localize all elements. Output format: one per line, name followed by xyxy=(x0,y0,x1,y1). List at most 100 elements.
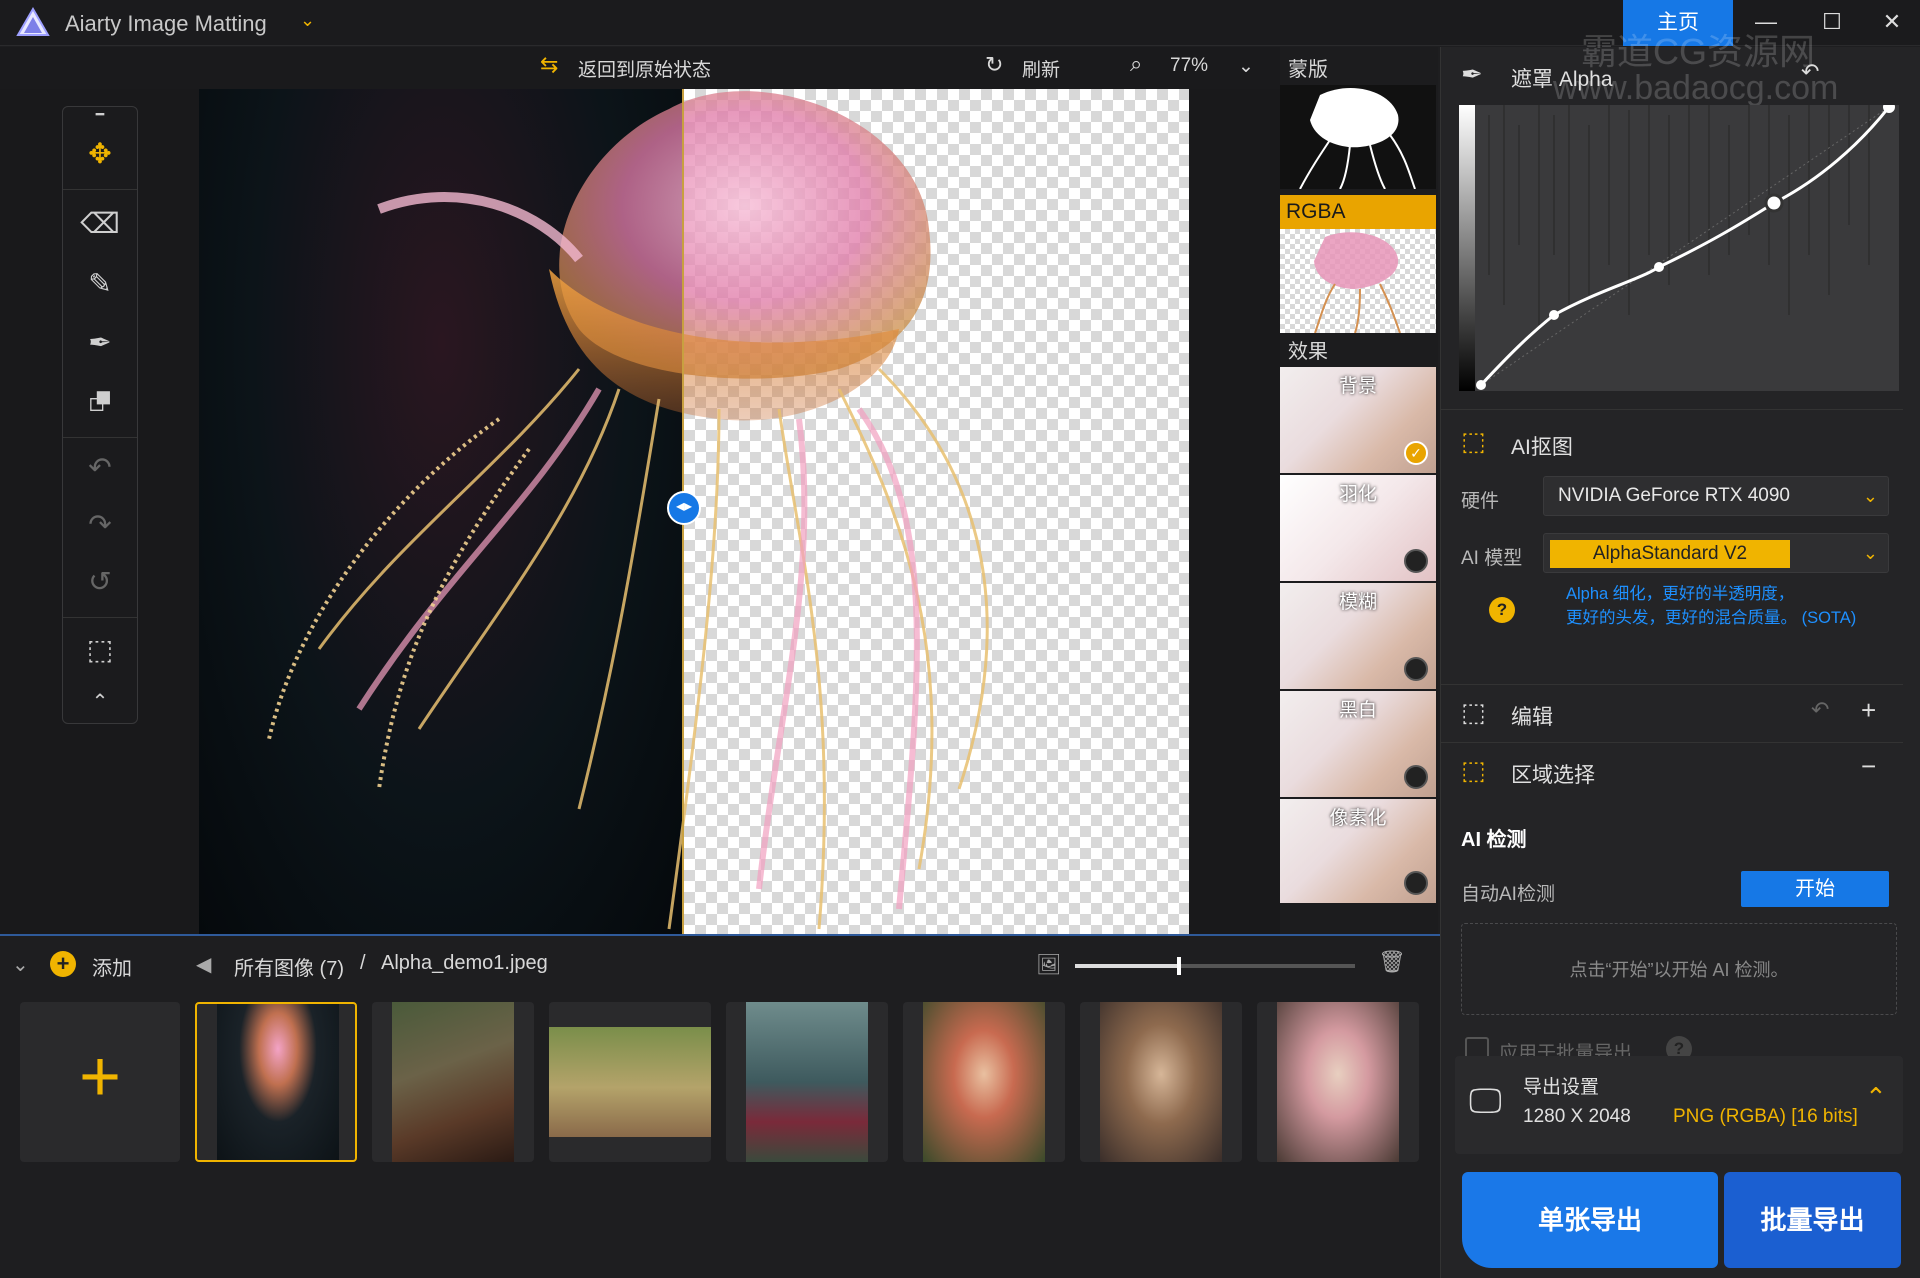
help-icon[interactable]: ? xyxy=(1489,597,1515,623)
current-file-name: Alpha_demo1.jpeg xyxy=(381,952,548,974)
single-export-button[interactable]: 单张导出 xyxy=(1462,1172,1718,1268)
collapse-minus-icon[interactable]: − xyxy=(1861,751,1876,782)
export-title: 导出设置 xyxy=(1523,1077,1600,1098)
effects-label: 效果 xyxy=(1288,341,1328,363)
edit-section[interactable]: ⬚ 编辑 ↶ + xyxy=(1441,685,1903,743)
rgba-thumbnail[interactable] xyxy=(1280,229,1436,333)
selection-tool-icon[interactable]: ⬚ xyxy=(76,627,124,675)
preview-column: 蒙版 RGBA 效果 背景 ✓ 羽化 模糊 黑白 像素化 xyxy=(1280,47,1438,934)
gallery-item[interactable] xyxy=(1257,1002,1419,1162)
reset-icon[interactable]: ↺ xyxy=(76,559,124,607)
compare-handle-icon[interactable]: ◂▸ xyxy=(667,491,701,525)
model-label: AI 模型 xyxy=(1461,548,1523,569)
tool-separator xyxy=(63,437,137,438)
canvas-area[interactable]: ◂▸ ━ ✥ ⌫ ✎ ✒ ⮻ ↶ ↷ ↺ ⬚ ⌃ xyxy=(0,89,1280,934)
preview-image[interactable]: ◂▸ xyxy=(199,89,1189,934)
gallery-item[interactable] xyxy=(1080,1002,1242,1162)
auto-detect-label: 自动AI检测 xyxy=(1461,884,1555,905)
gallery-item[interactable] xyxy=(372,1002,534,1162)
hardware-select[interactable]: NVIDIA GeForce RTX 4090 ⌄ xyxy=(1543,476,1889,516)
roller-tool-icon[interactable]: ⮻ xyxy=(76,379,124,427)
gallery-add-button[interactable]: + xyxy=(20,1002,180,1162)
effect-feather[interactable]: 羽化 xyxy=(1280,475,1436,581)
rgba-tab[interactable]: RGBA xyxy=(1280,195,1436,229)
gallery-thumb-image xyxy=(392,1002,514,1162)
swap-icon[interactable]: ⇆ xyxy=(540,52,558,78)
gallery-thumb-image xyxy=(217,1004,339,1160)
region-select-icon: ⬚ xyxy=(1461,755,1486,785)
effect-label: 模糊 xyxy=(1338,592,1377,613)
hardware-label: 硬件 xyxy=(1461,491,1500,512)
model-select[interactable]: AlphaStandard V2 ⌄ xyxy=(1543,533,1889,573)
app-window: Aiarty Image Matting ⌄ 主页 — ☐ ✕ ⇆ 返回到原始状… xyxy=(0,0,1920,1278)
tool-separator xyxy=(63,617,137,618)
add-images-button[interactable]: 添加 xyxy=(92,952,132,981)
effect-label: 羽化 xyxy=(1338,484,1377,505)
export-format: PNG (RGBA) [16 bits] xyxy=(1673,1106,1858,1127)
model-value: AlphaStandard V2 xyxy=(1550,540,1790,568)
export-settings[interactable]: 🖵 导出设置 1280 X 2048 PNG (RGBA) [16 bits] … xyxy=(1455,1056,1903,1154)
undo-icon[interactable]: ↶ xyxy=(76,445,124,493)
gallery-item[interactable] xyxy=(726,1002,888,1162)
alpha-curve-graph xyxy=(1476,101,1895,390)
effect-black-white[interactable]: 黑白 xyxy=(1280,691,1436,797)
back-arrow-icon[interactable]: ◀ xyxy=(196,952,211,977)
pencil-tool-icon[interactable]: ✎ xyxy=(76,261,124,309)
effect-label: 黑白 xyxy=(1338,700,1377,721)
eraser-tool-icon[interactable]: ⌫ xyxy=(76,201,124,249)
tool-separator xyxy=(63,189,137,190)
expand-plus-icon[interactable]: + xyxy=(1861,695,1876,726)
mask-label: 蒙版 xyxy=(1288,59,1328,81)
radio-icon xyxy=(1404,765,1428,789)
batch-export-button[interactable]: 批量导出 xyxy=(1724,1172,1901,1268)
gallery-thumb-image xyxy=(1277,1002,1399,1162)
collapse-palette-icon[interactable]: ⌃ xyxy=(76,679,124,727)
close-button[interactable]: ✕ xyxy=(1866,0,1918,46)
hardware-value: NVIDIA GeForce RTX 4090 xyxy=(1558,485,1790,506)
refresh-icon[interactable]: ↻ xyxy=(985,52,1003,78)
palette-grip-icon[interactable]: ━ xyxy=(76,107,124,121)
trash-icon[interactable]: 🗑 xyxy=(1378,949,1406,975)
slider-knob[interactable] xyxy=(1176,957,1181,975)
rgba-preview-image xyxy=(1314,232,1401,333)
thumbnail-size-slider[interactable] xyxy=(1075,957,1355,975)
move-tool-icon[interactable]: ✥ xyxy=(76,131,124,179)
model-info: Alpha 细化，更好的半透明度， 更好的头发，更好的混合质量。 (SOTA) xyxy=(1566,582,1896,630)
chevron-down-icon: ⌄ xyxy=(1862,543,1878,563)
gallery-item[interactable] xyxy=(549,1002,711,1162)
title-menu-chevron-icon[interactable]: ⌄ xyxy=(300,10,315,31)
mask-thumbnail[interactable] xyxy=(1280,85,1436,189)
revert-button[interactable]: 返回到原始状态 xyxy=(578,55,711,82)
zoom-dropdown-chevron-icon[interactable]: ⌄ xyxy=(1238,55,1254,78)
collapse-gallery-icon[interactable]: ⌄ xyxy=(12,952,29,977)
add-icon[interactable]: + xyxy=(50,951,76,977)
effect-blur[interactable]: 模糊 xyxy=(1280,583,1436,689)
check-icon: ✓ xyxy=(1404,441,1428,465)
gallery-item[interactable] xyxy=(903,1002,1065,1162)
app-title: Aiarty Image Matting xyxy=(65,11,267,36)
expand-up-icon[interactable]: ⌃ xyxy=(1865,1082,1887,1113)
alpha-title: 遮罩 Alpha xyxy=(1511,68,1613,91)
alpha-curve-editor[interactable] xyxy=(1459,101,1899,391)
export-resolution: 1280 X 2048 xyxy=(1523,1106,1631,1127)
gallery-item[interactable] xyxy=(195,1002,357,1162)
radio-icon xyxy=(1404,549,1428,573)
effect-pixelate[interactable]: 像素化 xyxy=(1280,799,1436,903)
reset-curve-icon[interactable]: ↶ xyxy=(1801,59,1819,85)
effect-background[interactable]: 背景 ✓ xyxy=(1280,367,1436,473)
redo-icon[interactable]: ↷ xyxy=(76,502,124,550)
thumbnail-size-icon: 🖼 xyxy=(1036,954,1062,976)
all-images-link[interactable]: 所有图像 (7) xyxy=(234,952,344,981)
undo-edit-icon[interactable]: ↶ xyxy=(1811,697,1829,723)
gallery-thumb-image xyxy=(746,1002,868,1162)
refresh-button[interactable]: 刷新 xyxy=(1022,55,1060,82)
brush-tool-icon[interactable]: ✒ xyxy=(76,320,124,368)
radio-icon xyxy=(1404,871,1428,895)
eyedropper-icon[interactable]: ✒ xyxy=(1461,59,1483,90)
start-detect-button[interactable]: 开始 xyxy=(1741,871,1889,907)
gallery-toolbar: ⌄ + 添加 ◀ 所有图像 (7) / Alpha_demo1.jpeg 🖼 🗑 xyxy=(0,934,1440,994)
gallery-thumb-image xyxy=(1100,1002,1222,1162)
zoom-level[interactable]: 77% xyxy=(1170,55,1208,77)
region-title: 区域选择 xyxy=(1511,764,1595,787)
zoom-icon[interactable]: ⌕ xyxy=(1130,51,1142,77)
